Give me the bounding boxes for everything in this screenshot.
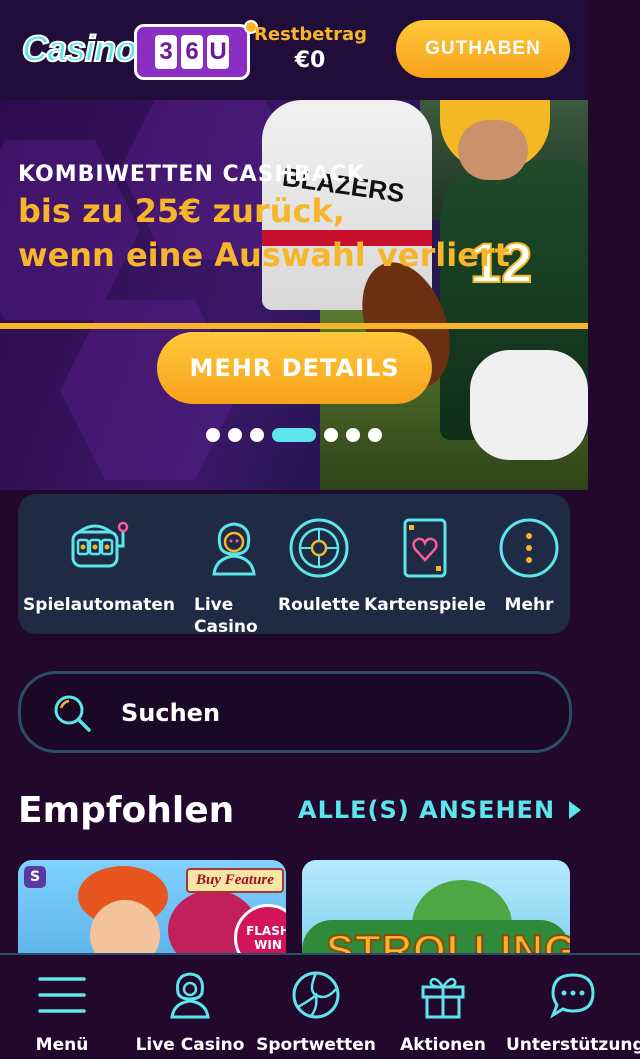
carousel-dot-active[interactable]	[272, 428, 316, 442]
category-label: Kartenspiele	[364, 595, 486, 615]
play-arrow-icon	[569, 801, 582, 819]
nav-label: Menü	[35, 1035, 89, 1055]
logo-reel: 6	[181, 35, 203, 69]
nav-promotions[interactable]: Aktionen	[388, 969, 498, 1055]
nav-label: Aktionen	[400, 1035, 486, 1055]
carousel-dot[interactable]	[228, 428, 242, 442]
nav-label: Live Casino	[135, 1035, 245, 1055]
carousel-dot[interactable]	[250, 428, 264, 442]
category-label: Spielautomaten	[23, 595, 175, 615]
hamburger-menu-icon	[38, 977, 86, 1013]
casino-logo[interactable]: Casino 3 6 U	[21, 20, 258, 80]
category-roulette[interactable]: Roulette	[276, 516, 362, 616]
more-details-button[interactable]: MEHR DETAILS	[157, 332, 432, 404]
logo-reel: U	[207, 35, 229, 69]
see-all-label: ALLE(S) ANSEHEN	[298, 796, 556, 824]
search-bar[interactable]	[18, 671, 572, 753]
nav-support[interactable]: Unterstützung	[506, 969, 640, 1055]
balance-label: Restbetrag	[254, 24, 367, 45]
logo-reel: 3	[155, 35, 177, 69]
promo-headline-line-2: wenn eine Auswahl verliert	[18, 236, 510, 274]
nav-live-casino[interactable]: Live Casino	[128, 969, 252, 1055]
carousel-dot[interactable]	[206, 428, 220, 442]
player-face	[458, 120, 528, 180]
logo-wordmark: Casino	[21, 27, 138, 70]
page: BLAZERS 12 KOMBIWETTEN CASHBACK bis zu 2…	[0, 0, 588, 1057]
logo-reels: 3 6 U	[134, 24, 250, 80]
category-live-casino[interactable]: Live Casino	[188, 516, 280, 638]
roulette-icon	[289, 518, 349, 578]
promo-kicker: KOMBIWETTEN CASHBACK	[18, 162, 365, 187]
gift-icon	[421, 977, 465, 1019]
player-arm	[470, 350, 588, 460]
category-more[interactable]: Mehr	[490, 516, 568, 616]
category-card-games[interactable]: Kartenspiele	[362, 516, 488, 616]
live-dealer-icon	[212, 522, 256, 576]
carousel-dot[interactable]	[324, 428, 338, 442]
carousel-dot[interactable]	[368, 428, 382, 442]
buy-feature-badge: Buy Feature	[186, 868, 284, 893]
volleyball-icon	[292, 971, 340, 1019]
nav-label: Sportwetten	[256, 1035, 376, 1055]
top-header: Casino 3 6 U Restbetrag €0 GUTHABEN	[0, 0, 588, 100]
live-dealer-icon	[170, 972, 210, 1019]
balance-value: €0	[294, 48, 326, 73]
category-label: Mehr	[504, 595, 554, 615]
search-icon	[54, 695, 91, 732]
category-label: Roulette	[277, 595, 360, 615]
see-all-link[interactable]: ALLE(S) ANSEHEN	[298, 796, 582, 824]
carousel-dots	[0, 428, 588, 442]
section-title: Empfohlen	[18, 790, 235, 831]
search-input[interactable]	[119, 692, 523, 734]
more-dots-icon	[499, 518, 559, 578]
banner-accent-line	[0, 323, 588, 329]
promo-headline-line-1: bis zu 25€ zurück,	[18, 192, 345, 230]
bottom-navigation: Menü Live Casino Sportwetten Aktionen Un…	[0, 953, 640, 1059]
category-label: Live Casino	[194, 595, 258, 637]
carousel-dot[interactable]	[346, 428, 360, 442]
nav-label: Unterstützung	[506, 1035, 640, 1055]
promo-banner[interactable]: BLAZERS 12 KOMBIWETTEN CASHBACK bis zu 2…	[0, 100, 588, 490]
slot-machine-icon	[71, 521, 129, 568]
category-slots[interactable]: Spielautomaten	[18, 516, 180, 616]
provider-badge: S	[24, 866, 46, 888]
nav-sports-betting[interactable]: Sportwetten	[256, 969, 376, 1055]
deposit-button[interactable]: GUTHABEN	[396, 20, 570, 78]
chat-bubble-icon	[549, 973, 595, 1019]
category-bar: Spielautomaten Live Casino Roulette Kart…	[18, 494, 570, 637]
card-heart-icon	[403, 518, 447, 578]
right-edge	[588, 0, 640, 1057]
nav-menu[interactable]: Menü	[12, 969, 112, 1055]
